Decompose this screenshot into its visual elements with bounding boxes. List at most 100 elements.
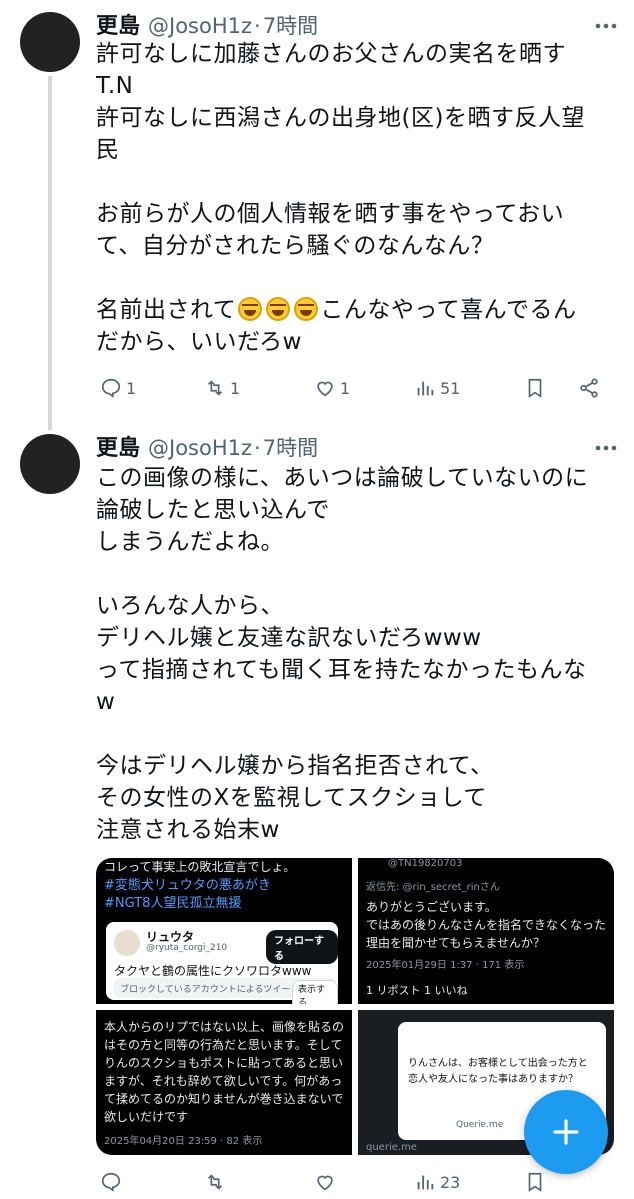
text-line: しまうんだよね。 — [96, 529, 284, 555]
question-line: りんさんは、お客様として出会った方と — [408, 1058, 588, 1069]
text-line: お前らが人の個人情報を晒す事をやっておい — [96, 201, 565, 227]
text-line: 民 — [96, 137, 120, 163]
text-line — [96, 262, 624, 294]
bar-chart-icon — [417, 381, 434, 396]
timestamp[interactable]: 7時間 — [263, 432, 318, 462]
avatar[interactable] — [20, 434, 80, 494]
quoted-tweet: リュウタ @ryuta_corgi_210 フォローする タクヤと鶴の属性にクソ… — [106, 922, 338, 1004]
image-meta: 2025年04月20日 23:59 · 82 表示 — [104, 1136, 263, 1147]
heart-icon — [317, 381, 333, 397]
image-text: 本人からのリプではない以上、画像を貼るの — [104, 1020, 345, 1034]
retweet-count: 1 — [230, 378, 241, 398]
text-line: デリヘル嬢と友達な訳ないだろwww — [96, 625, 482, 651]
reply-button[interactable] — [100, 1164, 126, 1199]
like-button[interactable]: 1 — [314, 370, 350, 406]
quoted-text: タクヤと鶴の属性にクソワロタwww — [114, 964, 312, 978]
text-line: 注意される始末w — [96, 817, 280, 843]
media-image-3[interactable]: 本人からのリプではない以上、画像を貼るの はその方と同等の行為だと思います。そし… — [96, 1010, 352, 1155]
text-fragment: 名前出されて — [96, 297, 237, 323]
retweet-icon — [207, 380, 223, 396]
image-text: ありがとうございます。 — [366, 900, 497, 914]
reply-button[interactable]: 1 — [100, 370, 136, 406]
bookmark-icon — [528, 1172, 542, 1192]
tweet-text: この画像の様に、あいつは論破していないのに 論破したと思い込んで しまうんだよね… — [96, 462, 624, 846]
more-options-icon[interactable] — [592, 12, 620, 40]
separator: · — [254, 14, 261, 38]
display-name[interactable]: 更島 — [96, 8, 140, 40]
image-text: りんのスクショもポストに貼ってあると思い — [104, 1056, 344, 1070]
tweet-text: 許可なしに加藤さんのお父さんの実名を晒す T.N 許可なしに西潟さんの出身地(区… — [96, 38, 624, 358]
text-line: だから、いいだろw — [96, 329, 302, 355]
views-button[interactable]: 23 — [414, 1164, 460, 1199]
question-line: 恋人や友人になった事はありますか？ — [408, 1074, 578, 1085]
tweet-actions: 1 1 1 51 — [96, 370, 616, 406]
hashtag: #NGT8人望民孤立無援 — [104, 896, 242, 911]
rolling-laughing-emoji-icon — [266, 297, 291, 321]
plus-icon — [553, 1119, 579, 1145]
text-line — [96, 166, 624, 198]
text-line: 許可なしに加藤さんのお父さんの実名を晒す — [96, 41, 566, 67]
views-button[interactable]: 51 — [414, 370, 460, 406]
rolling-laughing-emoji-icon — [238, 297, 263, 321]
media-image-1[interactable]: コレって事実上の敗北宣言でしょ。 #変態犬リュウタの悪あがき #NGT8人望民孤… — [96, 858, 352, 1004]
separator: · — [254, 436, 261, 460]
quoted-handle: @ryuta_corgi_210 — [146, 943, 228, 953]
image-text: ではあの後りんなさんを指名できなくなった — [366, 918, 607, 932]
image-stats: 1 リポスト 1 いいね — [366, 984, 468, 997]
compose-button[interactable] — [524, 1090, 608, 1174]
reply-to: 返信先: @rin_secret_rinさん — [366, 882, 500, 893]
text-line: 今はデリヘル嬢から指名拒否されて、 — [96, 753, 494, 779]
heart-icon — [317, 1175, 333, 1191]
question-text: りんさんは、お客様として出会った方と 恋人や友人になった事はありますか？ — [408, 1056, 588, 1088]
image-text: コレって事実上の敗北宣言でしょ。 — [104, 860, 296, 874]
retweet-button[interactable] — [204, 1164, 230, 1199]
tweet-header: 更島 @JosoH1z · 7時間 — [96, 430, 318, 462]
tweet-actions: 23 — [96, 1164, 616, 1199]
text-line: T.N — [96, 73, 134, 99]
like-count: 1 — [340, 378, 351, 398]
view-count: 23 — [440, 1172, 461, 1192]
image-text: 理由を聞かせてもらえませんか？ — [366, 936, 546, 950]
bookmark-button[interactable] — [524, 1164, 546, 1199]
image-meta: 2025年01月29日 1:37 · 171 表示 — [366, 960, 525, 971]
rolling-laughing-emoji-icon — [294, 297, 319, 321]
tweet-header: 更島 @JosoH1z · 7時間 — [96, 8, 318, 40]
text-fragment: こんなやって喜んでる — [320, 297, 554, 323]
quoted-avatar — [114, 930, 140, 956]
thread-line — [48, 76, 52, 430]
show-button: 表示する — [292, 980, 338, 1004]
reply-icon — [101, 378, 121, 398]
share-button[interactable] — [578, 370, 600, 406]
tweet-1[interactable]: 更島 @JosoH1z · 7時間 許可なしに加藤さんのお父さんの実名を晒す T… — [0, 0, 634, 430]
reply-icon — [101, 1172, 121, 1192]
view-count: 51 — [440, 378, 461, 398]
handle[interactable]: @JosoH1z — [148, 436, 252, 460]
media-image-2[interactable]: @TN19820703 返信先: @rin_secret_rinさん ありがとう… — [358, 858, 614, 1004]
reply-count: 1 — [126, 378, 137, 398]
text-line: って指摘されても聞く耳を持たなかったもんな — [96, 657, 587, 683]
image-handle: @TN19820703 — [388, 858, 463, 869]
text-line: この画像の様に、あいつは論破していないのに — [96, 465, 589, 491]
hashtag: #変態犬リュウタの悪あがき — [104, 878, 271, 893]
text-line: w — [96, 689, 116, 715]
text-line: て、自分がされたら騒ぐのなんなん？ — [96, 233, 495, 259]
text-line — [96, 718, 624, 750]
more-options-icon[interactable] — [592, 434, 620, 462]
image-text: て揉めてるのか知りませんが巻き込まないで — [104, 1092, 344, 1106]
querie-brand: Querie.me — [456, 1120, 504, 1130]
image-text: はその方と同等の行為だと思います。そして — [104, 1038, 343, 1052]
text-line: その女性のXを監視してスクショして — [96, 785, 487, 811]
retweet-icon — [207, 1174, 223, 1190]
retweet-button[interactable]: 1 — [204, 370, 240, 406]
text-line: 許可なしに西潟さんの出身地(区)を晒す反人望 — [96, 105, 585, 131]
display-name[interactable]: 更島 — [96, 430, 140, 462]
text-line: いろんな人から、 — [96, 593, 284, 619]
timestamp[interactable]: 7時間 — [263, 10, 318, 40]
handle[interactable]: @JosoH1z — [148, 14, 252, 38]
like-button[interactable] — [314, 1164, 340, 1199]
bookmark-button[interactable] — [524, 370, 546, 406]
avatar[interactable] — [20, 12, 80, 72]
link-domain: querie.me — [366, 1142, 417, 1153]
text-line — [96, 558, 624, 590]
tweet-2[interactable]: 更島 @JosoH1z · 7時間 この画像の様に、あいつは論破していないのに … — [0, 430, 634, 1199]
